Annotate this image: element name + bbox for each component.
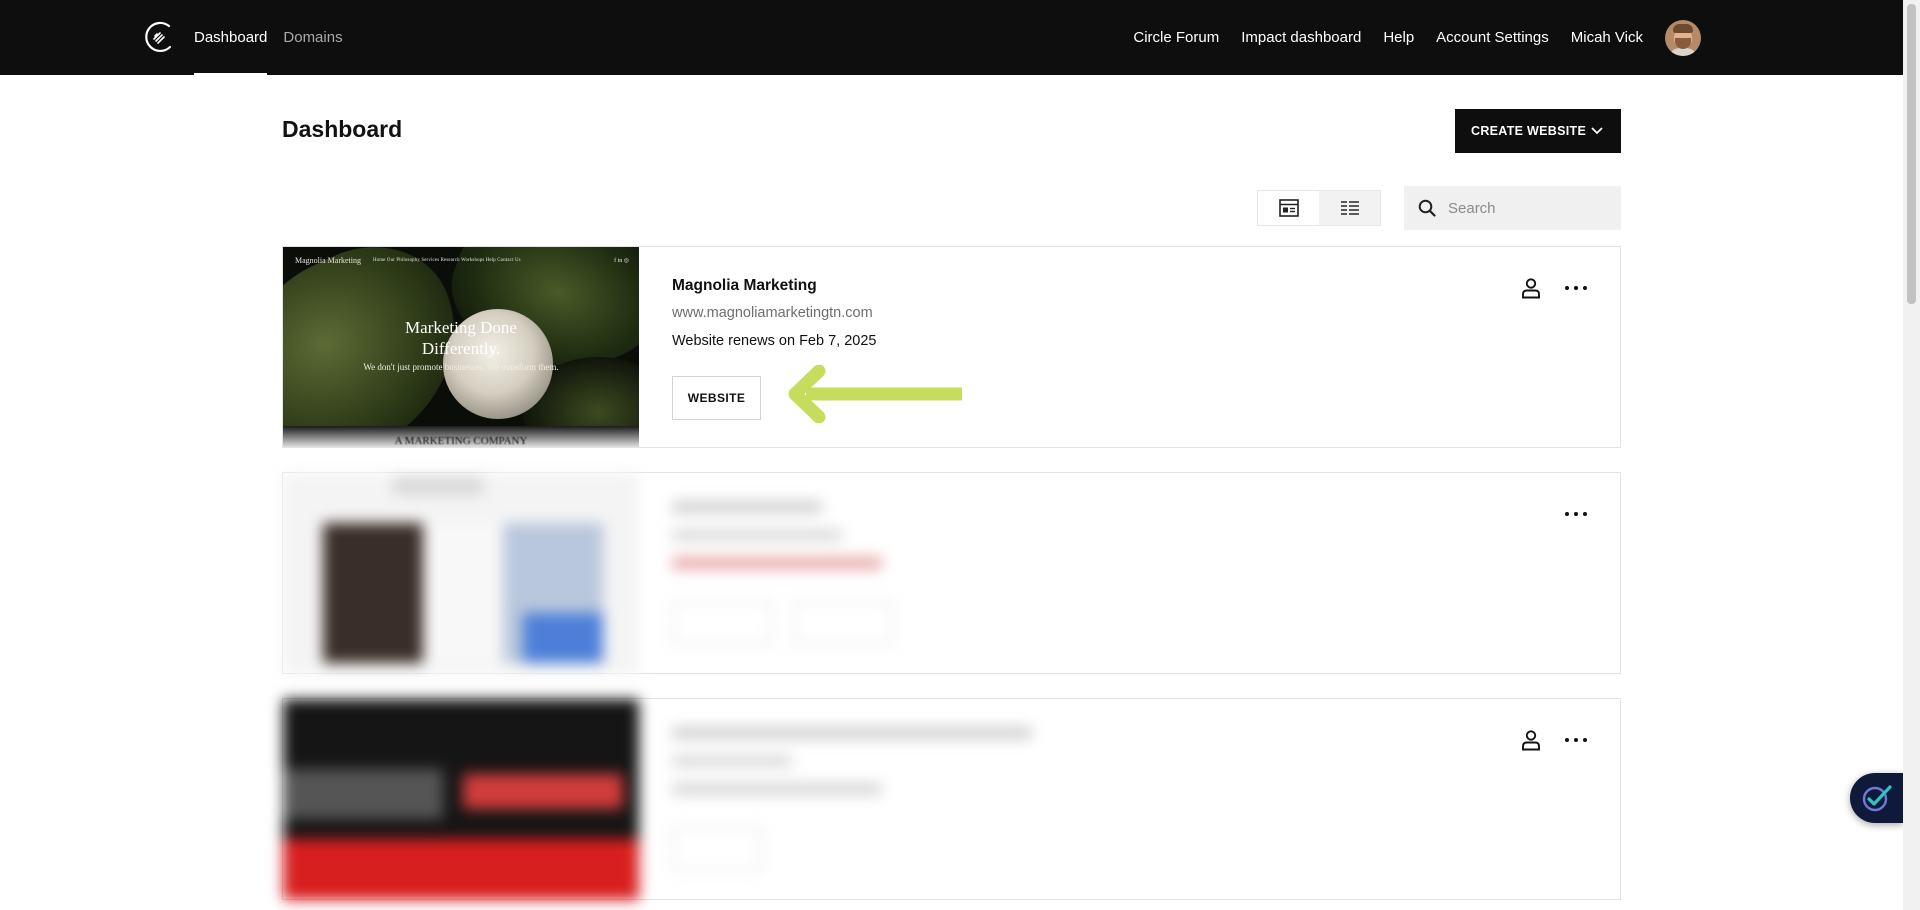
site-thumbnail[interactable]	[283, 473, 639, 674]
list-view-button[interactable]	[1319, 191, 1380, 225]
person-icon[interactable]	[1520, 729, 1542, 751]
check-circle-icon	[1862, 785, 1892, 812]
nav-circle-forum[interactable]: Circle Forum	[1133, 0, 1219, 75]
more-icon[interactable]	[1564, 731, 1588, 749]
avatar[interactable]	[1665, 19, 1701, 56]
chevron-down-icon	[1591, 127, 1603, 135]
thumbnail-nav-links: Home Our Philosophy Services Research Wo…	[372, 258, 521, 263]
list-view-icon	[1340, 201, 1359, 215]
site-thumbnail[interactable]	[283, 699, 639, 900]
create-website-label: CREATE WEBSITE	[1471, 124, 1587, 138]
site-card[interactable]	[282, 472, 1621, 674]
search-box	[1404, 186, 1621, 230]
floating-assistant-button[interactable]	[1850, 773, 1903, 823]
nav-help[interactable]: Help	[1383, 0, 1414, 75]
create-website-button[interactable]: CREATE WEBSITE	[1455, 109, 1621, 153]
more-icon[interactable]	[1564, 279, 1588, 297]
search-icon	[1418, 199, 1436, 217]
thumbnail-subline: We don't just promote businesses. We tra…	[363, 362, 559, 372]
thumbnail-socials: f in ◎	[614, 258, 629, 264]
search-input[interactable]	[1448, 199, 1598, 217]
site-thumbnail[interactable]: Magnolia Marketing Home Our Philosophy S…	[283, 247, 639, 448]
thumbnail-footer-text: A MARKETING COMPANY	[394, 435, 528, 447]
page-scrollbar[interactable]	[1903, 0, 1920, 910]
site-renewal: Website renews on Feb 7, 2025	[672, 333, 877, 349]
thumbnail-preview: Magnolia Marketing Home Our Philosophy S…	[283, 247, 639, 448]
top-navigation-bar: Dashboard Domains Circle Forum Impact da…	[0, 0, 1903, 75]
scrollbar-thumb[interactable]	[1907, 4, 1916, 304]
page-title: Dashboard	[282, 116, 403, 142]
person-icon[interactable]	[1520, 277, 1542, 299]
website-button[interactable]: WEBSITE	[672, 376, 761, 420]
grid-view-button[interactable]	[1258, 191, 1319, 225]
site-title[interactable]: Magnolia Marketing	[672, 277, 817, 295]
thumbnail-brand: Magnolia Marketing	[295, 256, 361, 265]
site-card[interactable]	[282, 698, 1621, 900]
user-name[interactable]: Micah Vick	[1571, 0, 1643, 75]
nav-account-settings[interactable]: Account Settings	[1436, 0, 1549, 75]
arrow-annotation	[788, 365, 962, 423]
grid-view-icon	[1278, 199, 1299, 217]
site-url[interactable]: www.magnoliamarketingtn.com	[672, 305, 873, 321]
view-toggle	[1257, 190, 1381, 226]
squarespace-logo-icon[interactable]	[143, 20, 175, 54]
nav-domains[interactable]: Domains	[283, 0, 342, 75]
thumbnail-headline: Marketing Done Differently.	[405, 318, 517, 358]
nav-dashboard[interactable]: Dashboard	[194, 0, 268, 75]
more-icon[interactable]	[1564, 505, 1588, 523]
nav-impact-dashboard[interactable]: Impact dashboard	[1241, 0, 1361, 75]
